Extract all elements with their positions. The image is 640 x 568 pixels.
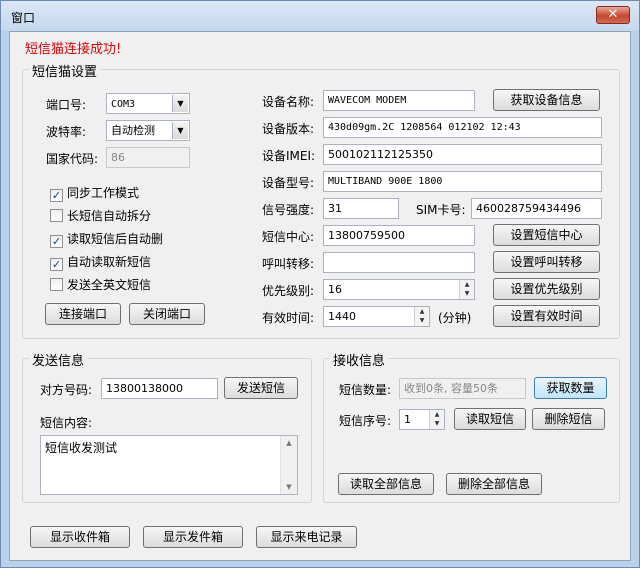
device-name-label: 设备名称: <box>262 95 315 109</box>
set-priority-button[interactable]: 设置优先级别 <box>493 278 600 300</box>
chevron-down-icon[interactable]: ▼ <box>172 122 188 139</box>
spin-up-icon[interactable]: ▲ <box>430 410 444 419</box>
validity-unit: (分钟) <box>438 311 472 325</box>
scroll-down-icon[interactable]: ▼ <box>281 483 297 491</box>
get-device-info-button[interactable]: 获取设备信息 <box>493 89 600 111</box>
checkbox-label: 读取短信后自动删 <box>67 232 164 246</box>
show-outbox-button[interactable]: 显示发件箱 <box>143 526 243 548</box>
spin-down-icon[interactable]: ▼ <box>415 316 429 325</box>
sms-count-label: 短信数量: <box>339 383 392 397</box>
chevron-down-icon[interactable]: ▼ <box>172 95 188 112</box>
signal-field[interactable]: 31 <box>323 198 399 219</box>
checkbox-box[interactable] <box>50 278 63 291</box>
checkbox-auto-delete[interactable]: ✓ 读取短信后自动删 <box>50 230 163 248</box>
vertical-scrollbar[interactable]: ▲ ▼ <box>280 436 297 494</box>
validity-value: 1440 <box>328 310 356 323</box>
spin-buttons[interactable]: ▲ ▼ <box>429 410 444 429</box>
send-group: 发送信息 对方号码: 13800138000 发送短信 短信内容: 短信收发测试… <box>22 350 312 503</box>
title-bar[interactable]: 窗口 ✕ <box>1 1 639 31</box>
delete-sms-button[interactable]: 删除短信 <box>532 408 605 430</box>
spin-down-icon[interactable]: ▼ <box>430 419 444 428</box>
sim-field[interactable]: 460028759434496 <box>471 198 602 219</box>
country-label: 国家代码: <box>46 152 99 166</box>
country-code-field[interactable]: 86 <box>106 147 190 168</box>
checkbox-label: 自动读取新短信 <box>67 255 152 269</box>
spin-down-icon[interactable]: ▼ <box>460 289 474 298</box>
close-port-button[interactable]: 关闭端口 <box>129 303 205 325</box>
connect-port-button[interactable]: 连接端口 <box>45 303 121 325</box>
priority-spinner[interactable]: 16 ▲ ▼ <box>323 279 475 300</box>
device-name-field[interactable]: WAVECOM MODEM <box>323 90 475 111</box>
sms-content-textarea[interactable]: 短信收发测试 ▲ ▼ <box>40 435 298 495</box>
get-count-button[interactable]: 获取数量 <box>534 377 607 399</box>
receive-group-title: 接收信息 <box>330 350 389 369</box>
baud-label: 波特率: <box>46 125 87 139</box>
priority-value: 16 <box>328 283 342 296</box>
spin-up-icon[interactable]: ▲ <box>460 280 474 289</box>
sim-label: SIM卡号: <box>416 203 466 217</box>
baud-combo[interactable]: 自动检测 ▼ <box>106 120 190 141</box>
content-label: 短信内容: <box>40 416 93 430</box>
set-validity-button[interactable]: 设置有效时间 <box>493 305 600 327</box>
device-version-label: 设备版本: <box>262 122 315 136</box>
call-forward-field[interactable] <box>323 252 475 273</box>
call-forward-label: 呼叫转移: <box>262 257 315 271</box>
show-inbox-button[interactable]: 显示收件箱 <box>30 526 130 548</box>
set-sms-center-button[interactable]: 设置短信中心 <box>493 224 600 246</box>
read-sms-button[interactable]: 读取短信 <box>454 408 526 430</box>
window-title: 窗口 <box>11 11 36 25</box>
port-combo-value: COM3 <box>111 99 136 110</box>
checkbox-label: 长短信自动拆分 <box>67 209 152 223</box>
sms-center-field[interactable]: 13800759500 <box>323 225 475 246</box>
port-label: 端口号: <box>46 98 87 112</box>
checkbox-box[interactable]: ✓ <box>50 189 63 202</box>
sms-content-text: 短信收发测试 <box>45 441 118 455</box>
status-message: 短信猫连接成功! <box>25 42 122 57</box>
checkbox-label: 发送全英文短信 <box>67 278 152 292</box>
checkbox-box[interactable]: ✓ <box>50 235 63 248</box>
port-combo[interactable]: COM3 ▼ <box>106 93 190 114</box>
read-all-button[interactable]: 读取全部信息 <box>338 473 434 495</box>
signal-label: 信号强度: <box>262 203 315 217</box>
sms-index-label: 短信序号: <box>339 414 392 428</box>
peer-number-label: 对方号码: <box>40 383 93 397</box>
scroll-up-icon[interactable]: ▲ <box>281 439 297 447</box>
validity-label: 有效时间: <box>262 311 315 325</box>
validity-spinner[interactable]: 1440 ▲ ▼ <box>323 306 430 327</box>
sms-index-value: 1 <box>404 413 411 426</box>
sms-index-spinner[interactable]: 1 ▲ ▼ <box>399 409 445 430</box>
checkbox-english-sms[interactable]: 发送全英文短信 <box>50 276 151 293</box>
checkbox-box[interactable] <box>50 209 63 222</box>
priority-label: 优先级别: <box>262 284 315 298</box>
checkbox-sync-mode[interactable]: ✓ 同步工作模式 <box>50 184 139 202</box>
spin-buttons[interactable]: ▲ ▼ <box>459 280 474 299</box>
app-window: 窗口 ✕ 短信猫连接成功! 短信猫设置 端口号: COM3 ▼ 波特率: 自动检… <box>0 0 640 568</box>
baud-combo-value: 自动检测 <box>111 124 155 137</box>
client-area: 短信猫连接成功! 短信猫设置 端口号: COM3 ▼ 波特率: 自动检测 ▼ 国… <box>9 31 631 561</box>
receive-group: 接收信息 短信数量: 收到0条, 容量50条 获取数量 短信序号: 1 ▲ ▼ 读… <box>323 350 620 503</box>
close-icon[interactable]: ✕ <box>596 6 630 24</box>
sms-count-field[interactable]: 收到0条, 容量50条 <box>399 378 526 399</box>
spin-up-icon[interactable]: ▲ <box>415 307 429 316</box>
sms-center-label: 短信中心: <box>262 230 315 244</box>
checkbox-box[interactable]: ✓ <box>50 258 63 271</box>
settings-group: 短信猫设置 端口号: COM3 ▼ 波特率: 自动检测 ▼ 国家代码: 86 ✓… <box>22 61 620 339</box>
device-model-field[interactable]: MULTIBAND 900E 1800 <box>323 171 602 192</box>
peer-number-field[interactable]: 13800138000 <box>101 378 218 399</box>
send-group-title: 发送信息 <box>29 350 88 369</box>
delete-all-button[interactable]: 删除全部信息 <box>446 473 542 495</box>
show-call-log-button[interactable]: 显示来电记录 <box>256 526 357 548</box>
imei-field[interactable]: 500102112125350 <box>323 144 602 165</box>
device-version-field[interactable]: 430d09gm.2C 1208564 012102 12:43 <box>323 117 602 138</box>
settings-group-title: 短信猫设置 <box>29 61 101 80</box>
imei-label: 设备IMEI: <box>262 149 316 163</box>
checkbox-label: 同步工作模式 <box>67 186 140 200</box>
send-sms-button[interactable]: 发送短信 <box>224 377 298 399</box>
checkbox-long-sms-split[interactable]: 长短信自动拆分 <box>50 207 151 224</box>
device-model-label: 设备型号: <box>262 176 315 190</box>
spin-buttons[interactable]: ▲ ▼ <box>414 307 429 326</box>
set-call-forward-button[interactable]: 设置呼叫转移 <box>493 251 600 273</box>
checkbox-auto-read[interactable]: ✓ 自动读取新短信 <box>50 253 151 271</box>
